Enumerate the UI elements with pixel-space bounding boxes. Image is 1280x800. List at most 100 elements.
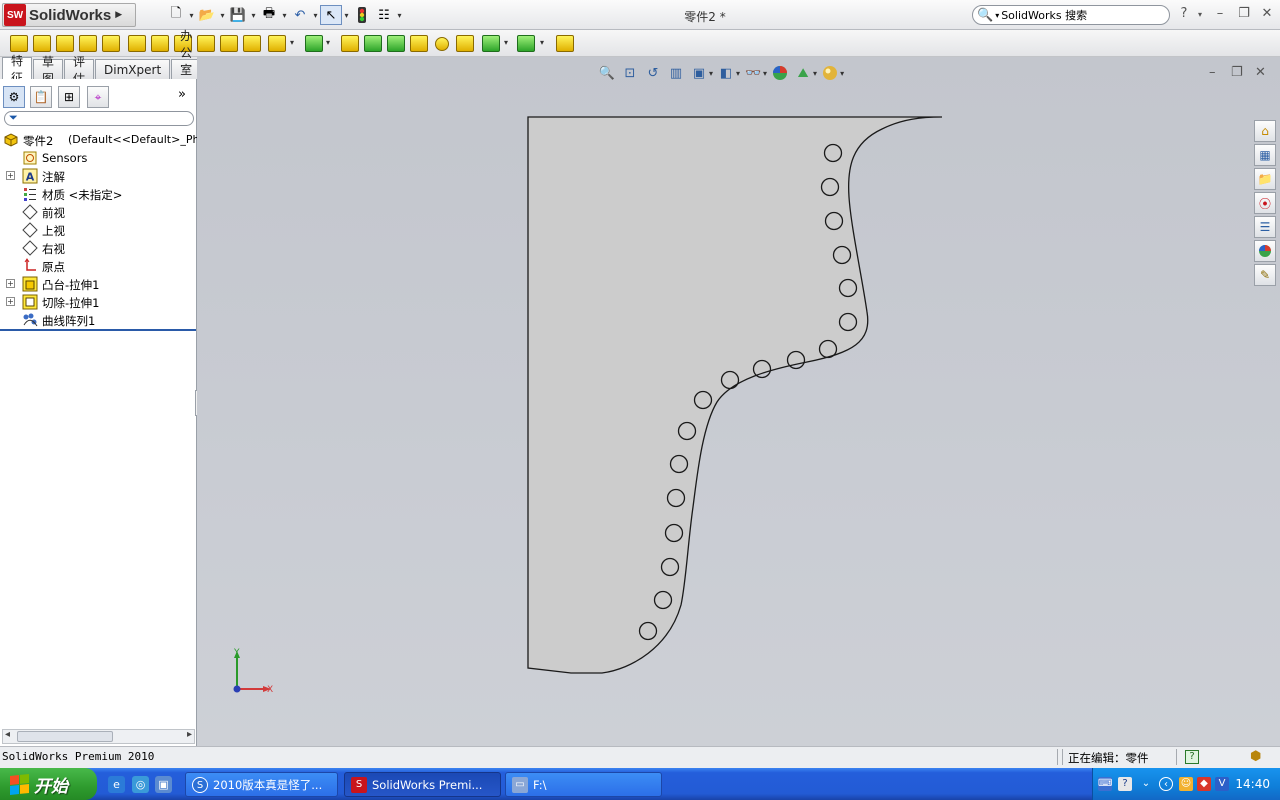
extruded-boss-icon[interactable] xyxy=(10,35,28,52)
configuration-manager-tab-icon[interactable]: ⊞ xyxy=(58,86,80,108)
qq-tray-icon[interactable]: ☺ xyxy=(1179,777,1193,791)
tree-item-front-plane[interactable]: 前视 xyxy=(0,203,196,221)
tree-root-part[interactable]: 零件2 (Default<<Default>_Ph xyxy=(0,131,199,149)
new-dropdown-icon[interactable]: ▾ xyxy=(187,11,196,20)
dome-icon[interactable] xyxy=(435,37,449,51)
mirror-icon[interactable] xyxy=(456,35,474,52)
tab-sketch[interactable]: 草图 xyxy=(33,55,64,86)
scroll-thumb[interactable] xyxy=(17,731,113,742)
tree-item-curve-pattern[interactable]: 曲线阵列1 xyxy=(0,311,196,329)
close-button[interactable]: ✕ xyxy=(1257,6,1277,21)
options-dropdown-icon[interactable]: ▾ xyxy=(395,11,404,20)
revolved-boss-icon[interactable] xyxy=(33,35,51,52)
undo-dropdown-icon[interactable]: ▾ xyxy=(311,11,320,20)
apply-scene-icon[interactable]: ⛰ xyxy=(793,64,813,82)
view-palette-icon[interactable]: ☰ xyxy=(1254,216,1276,238)
rebuild-traffic-light-icon[interactable] xyxy=(351,5,373,25)
minimize-button[interactable]: – xyxy=(1210,6,1230,21)
custom-properties-icon[interactable]: ✎ xyxy=(1254,264,1276,286)
print-dropdown-icon[interactable]: ▾ xyxy=(280,11,289,20)
save-icon[interactable]: 💾 xyxy=(227,5,249,25)
property-manager-tab-icon[interactable]: 📋 xyxy=(30,86,52,108)
tree-item-cut-extrude[interactable]: + 切除-拉伸1 xyxy=(0,293,196,311)
select-dropdown-icon[interactable]: ▾ xyxy=(342,11,351,20)
shell-icon[interactable] xyxy=(387,35,405,52)
security-tray-icon[interactable]: ◆ xyxy=(1197,777,1211,791)
graphics-area[interactable]: 🔍 ⊡ ↺ ▥ ▣ ▾ ◧ ▾ 👓 ▾ ⛰ ▾ ▾ – ❐ ✕ ⌂ ▦ 📁 ⦿ ☰ ✎ … xyxy=(197,57,1280,746)
home-icon[interactable]: ⌂ xyxy=(1254,120,1276,142)
help-dropdown-icon[interactable]: ▾ xyxy=(1190,10,1210,19)
tree-item-material[interactable]: 材质 <未指定> xyxy=(0,185,196,203)
antivirus-tray-icon[interactable]: V xyxy=(1215,777,1229,791)
tree-item-boss-extrude[interactable]: + 凸台-拉伸1 xyxy=(0,275,196,293)
view-orientation-dropdown-icon[interactable]: ▾ xyxy=(709,69,713,78)
solidworks-menu-button[interactable]: SW SolidWorks ▶ xyxy=(2,3,136,27)
print-icon[interactable]: 🖶 xyxy=(258,5,280,25)
pattern-dropdown-icon[interactable]: ▾ xyxy=(326,38,330,47)
view-restore-button[interactable]: ❐ xyxy=(1231,65,1243,80)
restore-button[interactable]: ❐ xyxy=(1234,6,1254,21)
rib-icon[interactable] xyxy=(341,35,359,52)
search-results-icon[interactable]: ⦿ xyxy=(1254,192,1276,214)
tree-filter-input[interactable]: ⏷ xyxy=(4,111,194,126)
zoom-to-area-icon[interactable]: ⊡ xyxy=(620,64,640,82)
tree-item-top-plane[interactable]: 上视 xyxy=(0,221,196,239)
swept-boss-icon[interactable] xyxy=(56,35,74,52)
caps-tray-icon[interactable]: ⌄ xyxy=(1139,777,1153,791)
zoom-to-fit-icon[interactable]: 🔍 xyxy=(597,64,617,82)
start-button[interactable]: 开始 xyxy=(0,768,97,800)
file-explorer-icon[interactable]: 📁 xyxy=(1254,168,1276,190)
tree-item-right-plane[interactable]: 右视 xyxy=(0,239,196,257)
hide-show-dropdown-icon[interactable]: ▾ xyxy=(763,69,767,78)
design-library-icon[interactable]: ▦ xyxy=(1254,144,1276,166)
display-style-dropdown-icon[interactable]: ▾ xyxy=(736,69,740,78)
keyboard-icon[interactable]: ⌨ xyxy=(1098,777,1112,791)
help-tray-icon[interactable]: ? xyxy=(1118,777,1132,791)
revolved-cut-icon[interactable] xyxy=(151,35,169,52)
undo-icon[interactable]: ↶ xyxy=(289,5,311,25)
boundary-boss-icon[interactable] xyxy=(102,35,120,52)
instant3d-icon[interactable] xyxy=(556,35,574,52)
select-pointer-icon[interactable]: ↖ xyxy=(320,5,342,25)
media-quicklaunch-icon[interactable]: ▣ xyxy=(155,776,172,793)
section-view-icon[interactable]: ▥ xyxy=(666,64,686,82)
view-settings-dropdown-icon[interactable]: ▾ xyxy=(840,69,844,78)
search-dropdown-icon[interactable]: ▾ xyxy=(995,11,999,20)
feature-manager-tab-icon[interactable]: ⚙ xyxy=(3,86,25,108)
task-item-browser[interactable]: S 2010版本真是怪了... xyxy=(185,772,338,797)
edit-appearance-icon[interactable] xyxy=(770,64,790,82)
new-document-icon[interactable]: 🗋 xyxy=(165,5,187,25)
expand-icon[interactable]: + xyxy=(6,171,15,180)
panel-horizontal-scrollbar[interactable]: ◂ ▸ xyxy=(2,729,195,744)
scroll-right-icon[interactable]: ▸ xyxy=(187,729,192,740)
part-drawing[interactable] xyxy=(197,57,1280,746)
save-dropdown-icon[interactable]: ▾ xyxy=(249,11,258,20)
search-input[interactable]: SolidWorks 搜索 xyxy=(1001,7,1087,23)
tree-item-sensors[interactable]: Sensors xyxy=(0,149,196,167)
expand-icon[interactable]: + xyxy=(6,297,15,306)
dimxpert-manager-tab-icon[interactable]: ⌖ xyxy=(87,86,109,108)
curves-icon[interactable] xyxy=(517,35,535,52)
scene-dropdown-icon[interactable]: ▾ xyxy=(813,69,817,78)
view-minimize-button[interactable]: – xyxy=(1209,65,1216,80)
curves-dropdown-icon[interactable]: ▾ xyxy=(540,38,544,47)
search-box[interactable]: 🔍 ▾ SolidWorks 搜索 xyxy=(972,5,1170,25)
display-style-icon[interactable]: ◧ xyxy=(716,64,736,82)
fillet-icon[interactable] xyxy=(243,35,261,52)
options-icon[interactable]: ☷ xyxy=(373,5,395,25)
wrap-icon[interactable] xyxy=(410,35,428,52)
previous-view-icon[interactable]: ↺ xyxy=(643,64,663,82)
reference-geometry-icon[interactable] xyxy=(482,35,500,52)
scroll-left-icon[interactable]: ◂ xyxy=(5,729,10,740)
reference-dropdown-icon[interactable]: ▾ xyxy=(504,38,508,47)
lofted-cut-icon[interactable] xyxy=(197,35,215,52)
open-dropdown-icon[interactable]: ▾ xyxy=(218,11,227,20)
extruded-cut-icon[interactable] xyxy=(128,35,146,52)
tree-item-annotations[interactable]: + A 注解 xyxy=(0,167,196,185)
ie-quicklaunch-icon[interactable]: e xyxy=(108,776,125,793)
task-item-solidworks[interactable]: S SolidWorks Premi... xyxy=(344,772,501,797)
show-hidden-icons-button[interactable]: ‹ xyxy=(1159,777,1173,791)
draft-icon[interactable] xyxy=(364,35,382,52)
view-orientation-icon[interactable]: ▣ xyxy=(689,64,709,82)
expand-panel-icon[interactable]: » xyxy=(178,87,186,102)
